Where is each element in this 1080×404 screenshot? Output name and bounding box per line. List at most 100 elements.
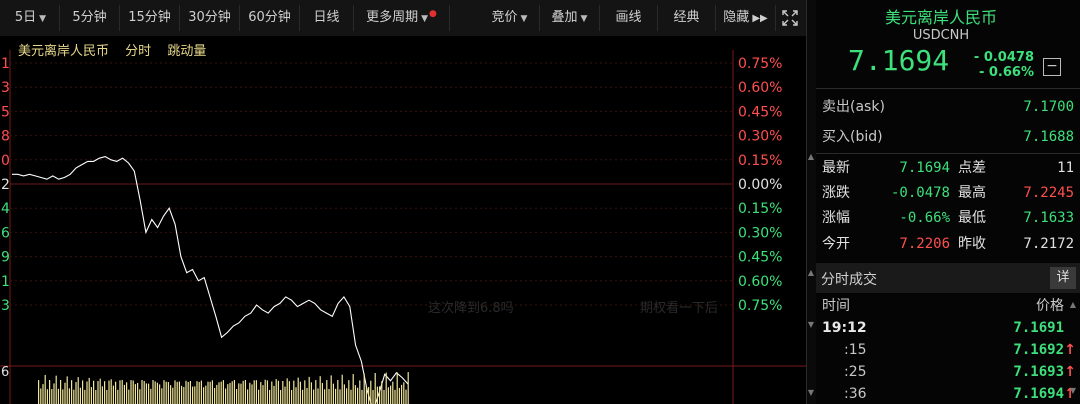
volume-bar	[231, 381, 233, 404]
volume-bar	[392, 381, 394, 404]
volume-bar	[90, 387, 92, 404]
volume-bar	[57, 388, 59, 404]
column-header-price: 价格	[1036, 298, 1064, 314]
bid-row: 买入(bid) 7.1688	[822, 126, 1076, 148]
classic-button[interactable]: 经典	[658, 5, 716, 31]
toolbar-button-label: 画线	[615, 10, 642, 25]
volume-bar	[354, 385, 356, 404]
volume-bar	[295, 387, 297, 404]
volume-bar	[40, 388, 42, 404]
volume-bar	[95, 389, 97, 404]
volume-bar	[99, 378, 101, 404]
volume-bar	[200, 380, 202, 404]
draw-line-button[interactable]: 画线	[600, 5, 658, 31]
volume-bar	[53, 383, 55, 404]
hide-button[interactable]: 隐藏 ▶▶	[716, 5, 776, 31]
ask-label: 卖出(ask)	[822, 99, 885, 115]
volume-bar	[330, 375, 332, 404]
volume-bar	[277, 380, 279, 404]
period-tab-label: 15分钟	[128, 10, 171, 25]
minus-square-icon[interactable]: −	[1043, 58, 1061, 76]
quote-change-value: - 0.0478	[973, 50, 1034, 65]
volume-bar	[304, 380, 306, 404]
volume-bar	[381, 381, 383, 404]
bid-value: 7.1688	[1023, 129, 1074, 145]
volume-bar	[275, 379, 277, 404]
volume-bar	[269, 389, 271, 404]
volume-bar	[49, 380, 51, 404]
volume-bar	[341, 374, 343, 404]
volume-bar	[319, 376, 321, 404]
divider	[816, 153, 1080, 154]
volume-bar	[194, 386, 196, 404]
volume-bar	[152, 380, 154, 404]
stat-value: -0.0478	[890, 185, 950, 201]
volume-bar	[172, 387, 174, 404]
scroll-up-icon[interactable]: ▲	[806, 152, 816, 164]
overlay-button[interactable]: 叠加 ▼	[540, 5, 600, 31]
period-tab-daily[interactable]: 日线	[300, 5, 354, 31]
volume-bar	[75, 382, 77, 404]
volume-bar	[255, 380, 257, 404]
volume-bar	[299, 381, 301, 404]
right-axis-tick: 0.30%	[738, 129, 782, 145]
period-tab-5day[interactable]: 5日 ▼	[2, 5, 60, 31]
volume-bar	[117, 389, 119, 404]
volume-bar	[306, 387, 308, 404]
splitter-scrollbar[interactable]: ▲ ▲ ▼ ▼	[806, 0, 816, 404]
volume-bar	[112, 385, 114, 404]
tick-price: 7.1691	[1013, 320, 1064, 336]
right-axis-tick: 0.75%	[738, 298, 782, 314]
tick-row: 19:12 7.1691	[816, 318, 1078, 338]
volume-bar	[405, 389, 407, 404]
left-axis-tick: 2	[1, 177, 10, 193]
tick-scrollbar[interactable]: ▲ ▼	[1068, 300, 1078, 404]
toolbar-button-label: 竞价	[491, 10, 518, 25]
volume-bar	[106, 389, 108, 404]
stat-label: 今开	[822, 236, 850, 252]
period-toolbar: 5日 ▼ 5分钟 15分钟 30分钟 60分钟 日线 更多周期 ▼● 竞价 ▼ 叠加 ▼…	[0, 0, 806, 37]
volume-bar	[260, 382, 262, 404]
chevron-down-icon: ▼	[520, 14, 528, 24]
volume-bar	[229, 382, 231, 404]
volume-bar	[350, 389, 352, 404]
volume-bar	[145, 383, 147, 404]
double-chevron-right-icon: ▶▶	[752, 13, 768, 24]
tick-trades-header: 分时成交 详	[816, 263, 1080, 293]
volume-bar	[398, 387, 400, 404]
detail-button[interactable]: 详	[1050, 267, 1076, 289]
volume-bar	[253, 380, 255, 404]
scroll-up-icon[interactable]: ▲	[806, 268, 816, 280]
scroll-down-icon[interactable]: ▼	[1068, 386, 1078, 398]
period-tab-5min[interactable]: 5分钟	[60, 5, 120, 31]
volume-bar	[394, 389, 396, 404]
fullscreen-button[interactable]	[776, 5, 804, 31]
right-axis-tick: 0.00%	[738, 177, 782, 193]
volume-bar	[284, 386, 286, 404]
intraday-chart[interactable]: 0.75% 1 0.60% 3 0.45% 5 0.30% 8 0.15% 0 0.00% 2 0.15…	[0, 36, 806, 404]
volume-bar	[71, 380, 73, 404]
right-axis-tick: 0.15%	[738, 201, 782, 217]
right-axis-tick: 0.30%	[738, 225, 782, 241]
stat-value: -0.66%	[899, 210, 950, 226]
volume-bar	[280, 389, 282, 404]
volume-bar	[108, 380, 110, 404]
more-periods-button[interactable]: 更多周期 ▼●	[354, 5, 450, 31]
volume-bar	[148, 383, 150, 404]
volume-bar	[401, 384, 403, 404]
period-tab-60min[interactable]: 60分钟	[240, 5, 300, 31]
volume-axis-tick: 6	[1, 365, 9, 380]
scroll-down-icon[interactable]: ▼	[806, 388, 816, 400]
period-tab-30min[interactable]: 30分钟	[180, 5, 240, 31]
scroll-down-icon[interactable]: ▼	[806, 320, 816, 332]
volume-bar	[379, 386, 381, 404]
volume-bar	[134, 384, 136, 404]
volume-bar	[286, 378, 288, 404]
scroll-up-icon[interactable]: ▲	[1068, 300, 1078, 312]
stat-label: 最新	[822, 160, 850, 176]
volume-bar	[233, 380, 235, 404]
volume-bar	[247, 389, 249, 404]
volume-bar	[332, 383, 334, 404]
auction-button[interactable]: 竞价 ▼	[480, 5, 540, 31]
period-tab-15min[interactable]: 15分钟	[120, 5, 180, 31]
